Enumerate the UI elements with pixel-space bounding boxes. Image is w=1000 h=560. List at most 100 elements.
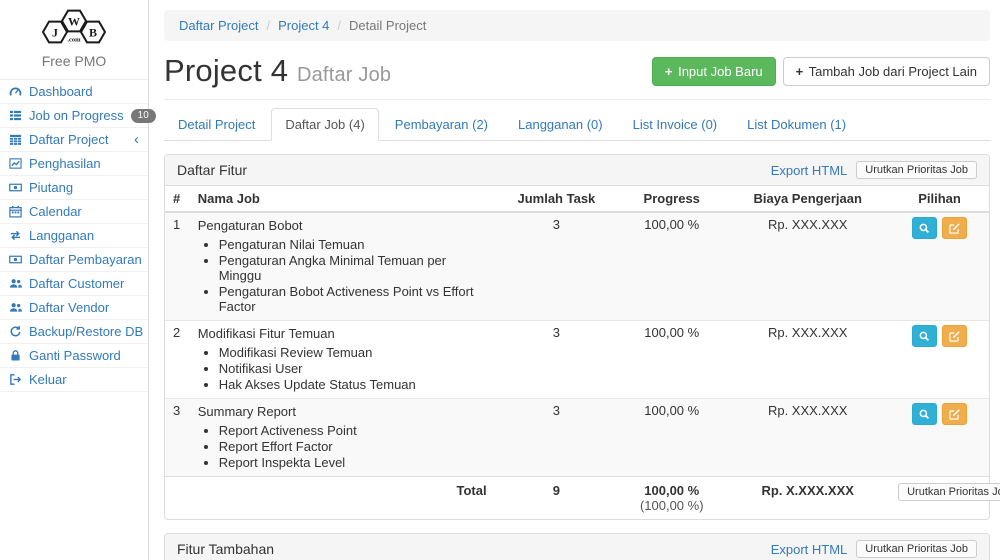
- sidebar-item-langganan[interactable]: Langganan: [0, 224, 148, 248]
- sidebar-item-ganti-password[interactable]: Ganti Password: [0, 344, 148, 368]
- sidebar-item-daftar-customer[interactable]: Daftar Customer: [0, 272, 148, 296]
- tab-langganan-0[interactable]: Langganan (0): [504, 108, 617, 141]
- panel-daftar-fitur: Daftar Fitur Export HTML Urutkan Priorit…: [164, 154, 990, 520]
- breadcrumb: Daftar Project/Project 4/Detail Project: [164, 10, 990, 41]
- view-job-button[interactable]: [912, 325, 937, 347]
- job-name: Modifikasi Fitur Temuan: [198, 325, 487, 342]
- pencil-square-icon: [948, 222, 961, 235]
- job-number: 2: [165, 321, 190, 399]
- edit-job-button[interactable]: [942, 325, 967, 347]
- job-row: 2 Modifikasi Fitur Temuan Modifikasi Rev…: [165, 321, 989, 399]
- edit-job-button[interactable]: [942, 217, 967, 239]
- tab-detail-project[interactable]: Detail Project: [164, 108, 269, 141]
- sidebar-item-dashboard[interactable]: Dashboard: [0, 80, 148, 104]
- sidebar-item-label: Dashboard: [29, 84, 93, 99]
- input-job-baru-button[interactable]: + Input Job Baru: [652, 57, 776, 86]
- sidebar-item-keluar[interactable]: Keluar: [0, 368, 148, 392]
- subtask-item: Modifikasi Review Temuan: [219, 345, 487, 360]
- plus-icon: +: [796, 64, 804, 79]
- logo-letter: B: [89, 26, 97, 40]
- page-header: Project 4 Daftar Job + Input Job Baru + …: [164, 49, 990, 100]
- sidebar-menu: Dashboard Job on Progress 10 Daftar Proj…: [0, 79, 148, 392]
- job-table: #Nama JobJumlah TaskProgressBiaya Penger…: [165, 186, 989, 519]
- pencil-square-icon: [948, 330, 961, 343]
- panel-heading: Daftar Fitur Export HTML Urutkan Priorit…: [165, 155, 989, 186]
- view-job-button[interactable]: [912, 217, 937, 239]
- tab-list-dokumen-1[interactable]: List Dokumen (1): [733, 108, 860, 141]
- column-header-biaya-pengerjaan: Biaya Pengerjaan: [725, 186, 890, 212]
- calendar-icon: [9, 205, 22, 218]
- money-icon: [9, 181, 22, 194]
- sort-priority-button[interactable]: Urutkan Prioritas Job: [856, 161, 977, 179]
- sign-out-icon: [9, 373, 22, 386]
- line-chart-icon: [9, 157, 22, 170]
- panel-fitur-tambahan: Fitur Tambahan Export HTML Urutkan Prior…: [164, 533, 990, 560]
- page-subtitle: Daftar Job: [297, 64, 391, 86]
- subtask-item: Pengaturan Nilai Temuan: [219, 237, 487, 252]
- sidebar-item-label: Job on Progress: [29, 108, 124, 123]
- job-number: 3: [165, 399, 190, 477]
- tab-daftar-job-4[interactable]: Daftar Job (4): [271, 108, 378, 141]
- sidebar-item-job-on-progress[interactable]: Job on Progress 10: [0, 104, 148, 128]
- tab-pembayaran-2[interactable]: Pembayaran (2): [381, 108, 502, 141]
- job-progress: 100,00 %: [618, 212, 725, 321]
- chevron-left-icon: ‹: [134, 134, 139, 146]
- sidebar-item-daftar-project[interactable]: Daftar Project ‹: [0, 128, 148, 152]
- sidebar-item-backup-restore-db[interactable]: Backup/Restore DB: [0, 320, 148, 344]
- panel-title: Fitur Tambahan: [177, 541, 274, 557]
- app-logo: J B W .com: [0, 0, 148, 53]
- view-job-button[interactable]: [912, 403, 937, 425]
- breadcrumb-item-project-4[interactable]: Project 4: [278, 18, 329, 33]
- subtask-item: Notifikasi User: [219, 361, 487, 376]
- export-html-link[interactable]: Export HTML: [771, 163, 848, 178]
- sidebar-item-penghasilan[interactable]: Penghasilan: [0, 152, 148, 176]
- breadcrumb-item-detail-project: Detail Project: [349, 18, 426, 33]
- dashboard-icon: [9, 85, 22, 98]
- job-progress: 100,00 %: [618, 399, 725, 477]
- sort-priority-button[interactable]: Urutkan Prioritas Job: [898, 483, 1000, 501]
- panel-heading: Fitur Tambahan Export HTML Urutkan Prior…: [165, 534, 989, 560]
- tambah-job-dari-project-lain-button[interactable]: + Tambah Job dari Project Lain: [783, 57, 990, 86]
- subtask-item: Report Activeness Point: [219, 423, 487, 438]
- sidebar-item-label: Daftar Project: [29, 132, 108, 147]
- search-icon: [918, 408, 931, 421]
- retweet-icon: [9, 229, 22, 242]
- sidebar: J B W .com Free PMO Dashboard Job on Pro…: [0, 0, 149, 560]
- sidebar-item-piutang[interactable]: Piutang: [0, 176, 148, 200]
- sidebar-item-label: Piutang: [29, 180, 73, 195]
- job-task-count: 3: [495, 399, 619, 477]
- money-icon: [9, 253, 22, 266]
- job-task-count: 3: [495, 212, 619, 321]
- tab-bar: Detail ProjectDaftar Job (4)Pembayaran (…: [164, 108, 990, 141]
- search-icon: [918, 330, 931, 343]
- job-name: Summary Report: [198, 403, 487, 420]
- total-label: Total: [190, 477, 495, 520]
- subtask-list: Pengaturan Nilai TemuanPengaturan Angka …: [198, 237, 487, 314]
- total-cost: Rp. X.XXX.XXX: [725, 477, 890, 520]
- job-cost: Rp. XXX.XXX: [725, 321, 890, 399]
- logo-letter: W: [68, 15, 80, 29]
- subtask-list: Modifikasi Review TemuanNotifikasi UserH…: [198, 345, 487, 392]
- sidebar-item-label: Langganan: [29, 228, 94, 243]
- sidebar-item-daftar-vendor[interactable]: Daftar Vendor: [0, 296, 148, 320]
- sidebar-item-calendar[interactable]: Calendar: [0, 200, 148, 224]
- tab-list-invoice-0[interactable]: List Invoice (0): [619, 108, 732, 141]
- subtask-list: Report Activeness PointReport Effort Fac…: [198, 423, 487, 470]
- pencil-square-icon: [948, 408, 961, 421]
- job-row: 3 Summary Report Report Activeness Point…: [165, 399, 989, 477]
- users-icon: [9, 301, 22, 314]
- breadcrumb-item-daftar-project[interactable]: Daftar Project: [179, 18, 258, 33]
- page-title: Project 4 Daftar Job: [164, 53, 391, 89]
- sidebar-item-label: Daftar Customer: [29, 276, 124, 291]
- logo-letter: J: [52, 26, 58, 40]
- edit-job-button[interactable]: [942, 403, 967, 425]
- total-row: Total 9 100,00 % (100,00 %) Rp. X.XXX.XX…: [165, 477, 989, 520]
- breadcrumb-separator: /: [266, 18, 270, 33]
- panel-container: Daftar Fitur Export HTML Urutkan Priorit…: [164, 154, 990, 560]
- tambah-job-label: Tambah Job dari Project Lain: [809, 64, 977, 79]
- total-progress: 100,00 %: [644, 483, 699, 498]
- sidebar-item-daftar-pembayaran[interactable]: Daftar Pembayaran: [0, 248, 148, 272]
- sort-priority-button[interactable]: Urutkan Prioritas Job: [856, 540, 977, 558]
- table-header-row: #Nama JobJumlah TaskProgressBiaya Penger…: [165, 186, 989, 212]
- export-html-link[interactable]: Export HTML: [771, 542, 848, 557]
